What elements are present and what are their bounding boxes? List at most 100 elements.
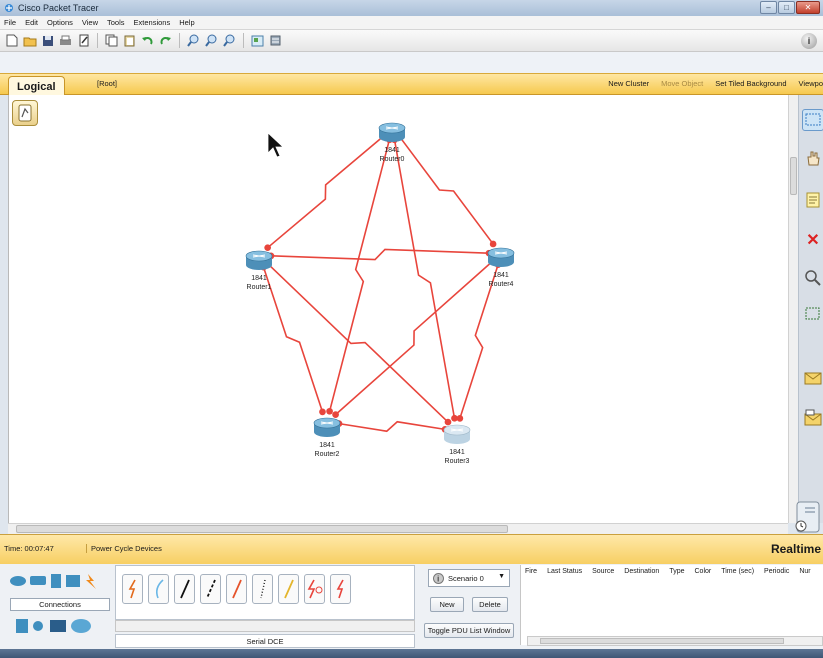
topology-canvas[interactable]: 1841 Router0 1841 Router1 1841 Router2 1841 Rou… bbox=[9, 95, 789, 523]
copy-icon[interactable] bbox=[104, 33, 119, 48]
drawing-palette-icon[interactable] bbox=[250, 33, 265, 48]
realtime-mode-label[interactable]: Realtime bbox=[771, 542, 821, 556]
status-bar: Time: 00:07:47 Power Cycle Devices Realt… bbox=[0, 534, 823, 564]
window-title: Cisco Packet Tracer bbox=[18, 3, 99, 13]
pdu-scroll-thumb[interactable] bbox=[540, 638, 784, 644]
routers-category-icon[interactable] bbox=[10, 576, 26, 586]
delete-scenario-button[interactable]: Delete bbox=[472, 597, 508, 612]
tab-logical[interactable]: Logical bbox=[8, 76, 65, 96]
menu-view[interactable]: View bbox=[82, 18, 98, 27]
custom-device-icon[interactable] bbox=[268, 33, 283, 48]
straight-through-icon[interactable] bbox=[174, 574, 195, 604]
fiber-icon[interactable] bbox=[226, 574, 247, 604]
new-file-icon[interactable] bbox=[4, 33, 19, 48]
realtime-mode-icon[interactable] bbox=[789, 500, 823, 534]
phone-cable-icon[interactable] bbox=[252, 574, 273, 604]
router-router4[interactable]: 1841 Router4 bbox=[487, 247, 515, 288]
close-button[interactable]: ✕ bbox=[796, 1, 820, 14]
device-subcategory-row bbox=[8, 614, 112, 640]
zoom-in-icon[interactable] bbox=[186, 33, 201, 48]
console-cable-icon[interactable] bbox=[148, 574, 169, 604]
paste-icon[interactable] bbox=[122, 33, 137, 48]
router-router3[interactable]: 1841 Router3 bbox=[443, 424, 471, 465]
multiuser-category-icon[interactable] bbox=[71, 619, 91, 633]
power-cycle-devices-button[interactable]: Power Cycle Devices bbox=[86, 544, 162, 553]
new-scenario-button[interactable]: New bbox=[430, 597, 464, 612]
logical-bar: Logical [Root] New Cluster Move Object S… bbox=[0, 73, 823, 96]
simulation-time: Time: 00:07:47 bbox=[4, 544, 54, 553]
router-router0[interactable]: 1841 Router0 bbox=[378, 122, 406, 163]
menu-edit[interactable]: Edit bbox=[25, 18, 38, 27]
open-folder-icon[interactable] bbox=[22, 33, 37, 48]
menu-help[interactable]: Help bbox=[179, 18, 194, 27]
save-icon[interactable] bbox=[40, 33, 55, 48]
toggle-pdu-list-button[interactable]: Toggle PDU List Window bbox=[424, 623, 514, 638]
wireless-category-icon[interactable] bbox=[66, 575, 80, 587]
packet-tracer-logo-icon bbox=[5, 4, 13, 12]
add-simple-pdu-icon[interactable] bbox=[802, 367, 823, 389]
logical-workspace[interactable]: 1841 Router0 1841 Router1 1841 Router2 1841 Rou… bbox=[8, 95, 788, 523]
serial-link-r2-r3[interactable] bbox=[335, 420, 449, 433]
serial-link-r1-r4[interactable] bbox=[267, 248, 493, 261]
custom-devices-category-icon[interactable] bbox=[50, 620, 66, 632]
pdu-list-table: Fire Last Status Source Destination Type… bbox=[520, 565, 823, 645]
set-tiled-background-button[interactable]: Set Tiled Background bbox=[715, 79, 786, 88]
zoom-reset-icon[interactable] bbox=[204, 33, 219, 48]
hubs-category-icon[interactable] bbox=[51, 574, 61, 588]
pdu-table-scrollbar[interactable] bbox=[527, 636, 823, 646]
pdu-col-periodic: Periodic bbox=[764, 568, 790, 575]
automatic-cable-icon[interactable] bbox=[122, 574, 143, 604]
coaxial-icon[interactable] bbox=[278, 574, 299, 604]
connections-category-icon[interactable] bbox=[86, 574, 96, 589]
menu-extensions[interactable]: Extensions bbox=[134, 18, 171, 27]
zoom-out-icon[interactable] bbox=[222, 33, 237, 48]
router-router2[interactable]: 1841 Router2 bbox=[313, 417, 341, 458]
menu-file[interactable]: File bbox=[4, 18, 16, 27]
resize-icon[interactable] bbox=[802, 303, 823, 325]
crossover-icon[interactable] bbox=[200, 574, 221, 604]
title-bar: Cisco Packet Tracer – □ ✕ bbox=[0, 0, 823, 16]
serial-link-r0-r2[interactable] bbox=[326, 136, 393, 415]
scenario-select[interactable]: i Scenario 0 ▼ bbox=[428, 569, 510, 587]
viewport-button[interactable]: Viewpo bbox=[799, 79, 823, 88]
info-icon[interactable]: i bbox=[801, 33, 817, 49]
router-model-label: 1841 bbox=[493, 272, 509, 279]
move-object-button: Move Object bbox=[661, 79, 704, 88]
serial-link-r0-r3[interactable] bbox=[391, 136, 458, 422]
inspect-icon[interactable] bbox=[802, 267, 823, 289]
serial-dte-icon[interactable] bbox=[330, 574, 351, 604]
undo-icon[interactable] bbox=[140, 33, 155, 48]
hand-icon[interactable] bbox=[802, 147, 823, 169]
redo-icon[interactable] bbox=[158, 33, 173, 48]
add-complex-pdu-icon[interactable] bbox=[802, 407, 823, 429]
selected-cable-name: Serial DCE bbox=[115, 634, 415, 648]
pdu-col-fire: Fire bbox=[525, 568, 538, 575]
note-icon[interactable] bbox=[802, 189, 823, 211]
cable-panel-scrollbar[interactable] bbox=[115, 620, 415, 632]
select-icon[interactable] bbox=[802, 109, 823, 131]
vertical-scroll-thumb[interactable] bbox=[790, 157, 797, 195]
activity-wizard-icon[interactable] bbox=[76, 33, 91, 48]
router-name-label: Router2 bbox=[315, 451, 340, 458]
serial-link-r1-r3[interactable] bbox=[264, 260, 452, 426]
wan-emulation-category-icon[interactable] bbox=[33, 621, 43, 631]
workspace-vertical-scrollbar[interactable] bbox=[788, 95, 798, 523]
new-cluster-button[interactable]: New Cluster bbox=[608, 79, 649, 88]
horizontal-scroll-thumb[interactable] bbox=[16, 525, 508, 533]
right-toolbar: ✕ bbox=[798, 95, 823, 523]
print-icon[interactable] bbox=[58, 33, 73, 48]
menu-tools[interactable]: Tools bbox=[107, 18, 125, 27]
scenario-select-value: Scenario 0 bbox=[448, 573, 484, 583]
switches-category-icon[interactable] bbox=[30, 576, 46, 585]
serial-dce-icon[interactable] bbox=[304, 574, 325, 604]
root-breadcrumb[interactable]: [Root] bbox=[97, 79, 117, 88]
minimize-button[interactable]: – bbox=[760, 1, 777, 14]
navigation-back-icon[interactable] bbox=[12, 100, 38, 126]
workspace-horizontal-scrollbar[interactable] bbox=[8, 523, 788, 534]
serial-link-r0-r4[interactable] bbox=[396, 133, 497, 248]
menu-options[interactable]: Options bbox=[47, 18, 73, 27]
delete-icon[interactable]: ✕ bbox=[802, 229, 823, 251]
router-router1[interactable]: 1841 Router1 bbox=[245, 250, 273, 291]
end-devices-category-icon[interactable] bbox=[16, 619, 28, 633]
maximize-button[interactable]: □ bbox=[778, 1, 795, 14]
